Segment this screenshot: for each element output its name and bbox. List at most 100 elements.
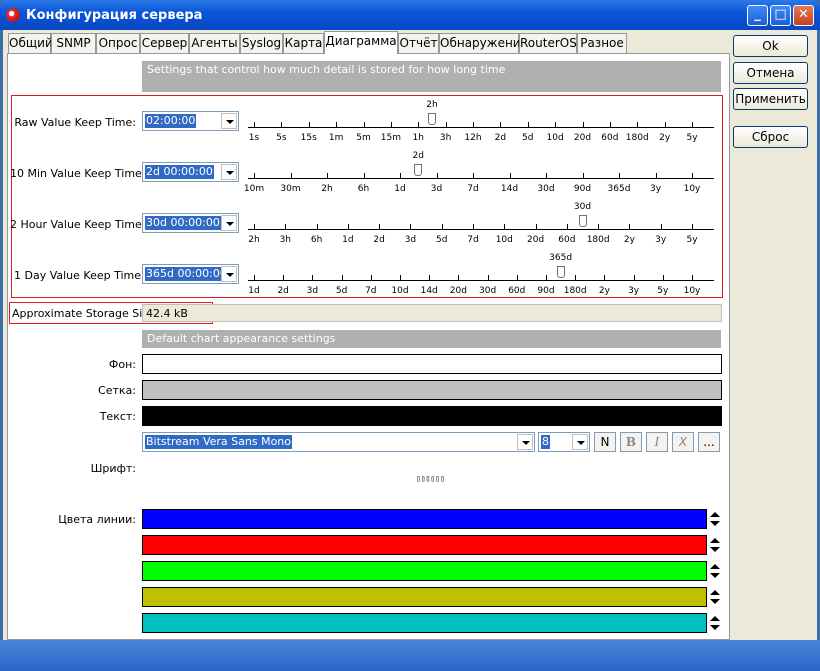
two-hour-keep-slider[interactable]: 2h 3h 6h 1d 2d 3d 5d 7d 10d 20d 60d 180d 2y 3y 5y 30d bbox=[248, 202, 714, 245]
line-color-4-swatch[interactable] bbox=[142, 587, 707, 607]
slider-tick-label: 2y bbox=[623, 235, 635, 245]
reorder-arrows-icon[interactable] bbox=[710, 590, 720, 604]
slider-track[interactable] bbox=[248, 178, 714, 179]
one-day-keep-label: 1 Day Value Keep Time: bbox=[14, 269, 145, 282]
raw-keep-select[interactable]: 02:00:00 bbox=[142, 111, 239, 131]
font-strike-button[interactable]: X bbox=[672, 432, 694, 452]
ten-min-keep-select[interactable]: 2d 00:00:00 bbox=[142, 162, 239, 182]
reorder-arrows-icon[interactable] bbox=[710, 564, 720, 578]
tab-polling[interactable]: Опрос bbox=[96, 33, 140, 53]
slider-track[interactable] bbox=[248, 229, 714, 230]
slider-tick bbox=[546, 275, 547, 280]
slider-tick bbox=[664, 122, 666, 127]
slider-tick-label: 6h bbox=[357, 184, 370, 194]
reorder-arrows-icon[interactable] bbox=[710, 512, 720, 526]
slider-tick-label: 5d bbox=[335, 286, 348, 296]
raw-keep-value: 02:00:00 bbox=[145, 114, 197, 128]
tab-general[interactable]: Общий bbox=[8, 33, 53, 53]
tab-agents[interactable]: Агенты bbox=[189, 33, 240, 53]
slider-thumb[interactable] bbox=[427, 113, 436, 125]
slider-tick-label: 10y bbox=[683, 286, 701, 296]
slider-track[interactable] bbox=[248, 127, 714, 128]
grid-color-swatch[interactable] bbox=[142, 380, 722, 400]
maximize-button[interactable]: □ bbox=[770, 5, 791, 26]
slider-tick bbox=[418, 122, 420, 127]
font-normal-button[interactable]: N bbox=[594, 432, 616, 452]
background-color-swatch[interactable] bbox=[142, 354, 722, 374]
slider-tick bbox=[692, 122, 693, 127]
tab-discovery[interactable]: Обнаружение bbox=[439, 33, 528, 53]
slider-tick bbox=[619, 173, 620, 178]
slider-tick-label: 90d bbox=[573, 184, 592, 194]
tab-chart[interactable]: Диаграмма bbox=[324, 31, 398, 54]
slider-tick bbox=[604, 275, 606, 280]
cancel-button[interactable]: Отмена bbox=[733, 62, 808, 84]
close-button[interactable]: ✕ bbox=[793, 5, 814, 26]
ten-min-keep-slider[interactable]: 10m 30m 2h 6h 1d 3d 7d 14d 30d 90d 365d 3y 10y 2d bbox=[244, 151, 714, 194]
slider-tick bbox=[336, 122, 338, 127]
reorder-arrows-icon[interactable] bbox=[710, 538, 720, 552]
raw-keep-slider[interactable]: 1s 5s 15s 1m 5m 15m 1h 3h 12h 2d 5d 10d 20d 60d 180d 2y… bbox=[248, 100, 714, 143]
chevron-down-icon[interactable] bbox=[221, 113, 237, 129]
slider-tick-label: 5y bbox=[686, 235, 698, 245]
slider-tick bbox=[254, 122, 255, 127]
slider-tick-label: 5y bbox=[686, 133, 698, 143]
reset-button[interactable]: Сброс bbox=[733, 126, 808, 148]
slider-tick-label: 60d bbox=[558, 235, 576, 245]
tab-server[interactable]: Сервер bbox=[140, 33, 189, 53]
slider-tick bbox=[692, 275, 693, 280]
slider-tick-label: 5m bbox=[356, 133, 371, 143]
tab-syslog[interactable]: Syslog bbox=[240, 33, 283, 53]
slider-thumb[interactable] bbox=[414, 164, 423, 176]
slider-tick-label: 60d bbox=[508, 286, 526, 296]
font-italic-button[interactable]: I bbox=[646, 432, 668, 452]
slider-tick bbox=[598, 224, 600, 229]
one-day-keep-slider[interactable]: 1d 2d 3d 5d 7d 10d 14d 20d 30d 60d 90d 180d 2y 3y 5y 10… bbox=[248, 253, 714, 296]
line-color-1-swatch[interactable] bbox=[142, 509, 707, 529]
text-color-swatch[interactable] bbox=[142, 406, 722, 426]
chevron-down-icon[interactable] bbox=[221, 266, 237, 282]
apply-button[interactable]: Применить bbox=[733, 88, 808, 110]
chevron-down-icon[interactable] bbox=[221, 164, 237, 180]
line-colors-label: Цвета линии: bbox=[58, 513, 136, 526]
font-bold-button[interactable]: B bbox=[620, 432, 642, 452]
line-color-2-swatch[interactable] bbox=[142, 535, 707, 555]
two-hour-keep-select[interactable]: 30d 00:00:00 bbox=[142, 213, 239, 233]
slider-tick bbox=[516, 275, 518, 280]
two-hour-keep-label: 2 Hour Value Keep Time: bbox=[10, 218, 146, 231]
slider-tick-label: 14d bbox=[420, 286, 438, 296]
slider-tick bbox=[429, 275, 431, 280]
ok-button[interactable]: Ok bbox=[733, 35, 808, 57]
slider-tick bbox=[527, 122, 529, 127]
tab-report[interactable]: Отчёт bbox=[398, 33, 439, 53]
tab-routeros[interactable]: RouterOS bbox=[519, 33, 577, 53]
chevron-down-icon[interactable] bbox=[221, 215, 237, 231]
slider-tick bbox=[633, 275, 635, 280]
slider-tick bbox=[308, 122, 310, 127]
slider-tick bbox=[546, 173, 547, 178]
line-color-3-swatch[interactable] bbox=[142, 561, 707, 581]
slider-tick bbox=[582, 122, 584, 127]
tab-snmp[interactable]: SNMP bbox=[51, 33, 96, 53]
font-more-button[interactable]: ... bbox=[698, 432, 720, 452]
slider-thumb[interactable] bbox=[578, 215, 587, 227]
font-name-select[interactable]: Bitstream Vera Sans Mono bbox=[142, 432, 535, 452]
chevron-down-icon[interactable] bbox=[572, 434, 588, 450]
font-size-select[interactable]: 8 bbox=[538, 432, 590, 452]
one-day-keep-select[interactable]: 365d 00:00:00 bbox=[142, 264, 239, 284]
tab-map[interactable]: Карта bbox=[283, 33, 324, 53]
slider-tick bbox=[504, 224, 506, 229]
slider-tick-label: 1d bbox=[394, 184, 406, 194]
chevron-down-icon[interactable] bbox=[517, 434, 533, 450]
tab-misc[interactable]: Разное bbox=[577, 33, 627, 53]
slider-tick bbox=[341, 275, 343, 280]
ten-min-keep-value: 2d 00:00:00 bbox=[145, 165, 214, 179]
line-color-5-swatch[interactable] bbox=[142, 613, 707, 633]
reorder-arrows-icon[interactable] bbox=[710, 616, 720, 630]
slider-track[interactable] bbox=[248, 280, 714, 281]
slider-thumb[interactable] bbox=[556, 266, 565, 278]
slider-tick bbox=[254, 224, 255, 229]
minimize-button[interactable]: _ bbox=[747, 5, 768, 26]
retention-header: Settings that control how much detail is… bbox=[142, 61, 721, 92]
appearance-header: Default chart appearance settings bbox=[142, 330, 721, 348]
